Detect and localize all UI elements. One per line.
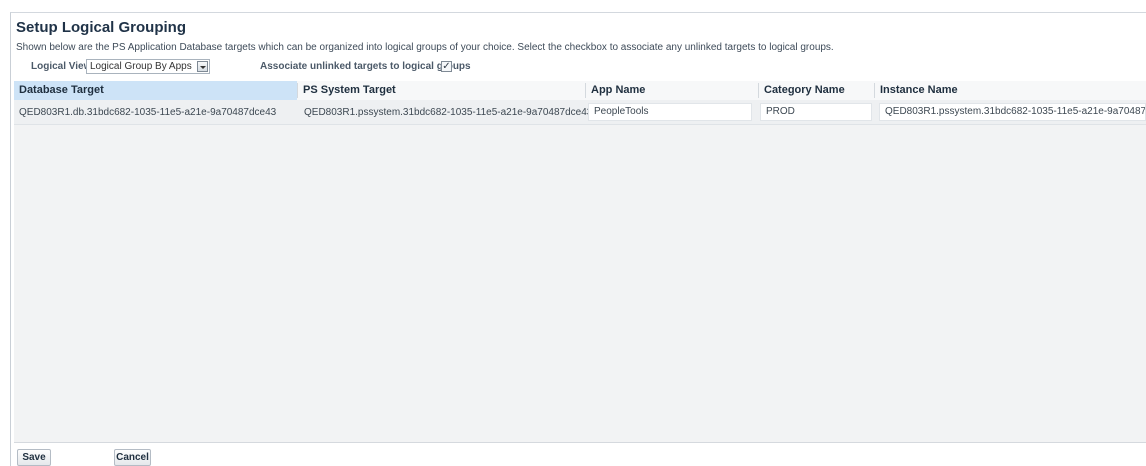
associate-unlinked-label: Associate unlinked targets to logical gr… xyxy=(260,61,471,72)
instance-name-input[interactable]: QED803R1.pssystem.31bdc682-1035-11e5-a21… xyxy=(879,103,1146,121)
app-name-input[interactable]: PeopleTools xyxy=(588,103,752,121)
column-header-instance-name[interactable]: Instance Name xyxy=(875,81,1146,100)
associate-unlinked-checkbox[interactable]: ✓ xyxy=(441,61,452,72)
category-name-input[interactable]: PROD xyxy=(760,103,872,121)
column-header-ps-system-target[interactable]: PS System Target xyxy=(298,81,585,100)
column-header-category-name[interactable]: Category Name xyxy=(759,81,874,100)
cell-database-target: QED803R1.db.31bdc682-1035-11e5-a21e-9a70… xyxy=(19,107,277,118)
cell-ps-system-target: QED803R1.pssystem.31bdc682-1035-11e5-a21… xyxy=(304,107,593,118)
save-button[interactable]: Save xyxy=(17,449,51,466)
cancel-button[interactable]: Cancel xyxy=(114,449,151,466)
logical-view-selected-value: Logical Group By Apps xyxy=(90,61,192,72)
targets-table xyxy=(14,81,1146,443)
chevron-down-icon[interactable] xyxy=(197,61,208,72)
page-title: Setup Logical Grouping xyxy=(16,19,186,36)
logical-view-select[interactable]: Logical Group By Apps xyxy=(86,59,210,74)
column-header-database-target[interactable]: Database Target xyxy=(14,81,297,100)
page-description: Shown below are the PS Application Datab… xyxy=(16,42,834,53)
column-header-app-name[interactable]: App Name xyxy=(586,81,758,100)
table-header-row: Database Target PS System Target App Nam… xyxy=(14,81,1146,101)
logical-view-label: Logical View xyxy=(31,61,92,72)
